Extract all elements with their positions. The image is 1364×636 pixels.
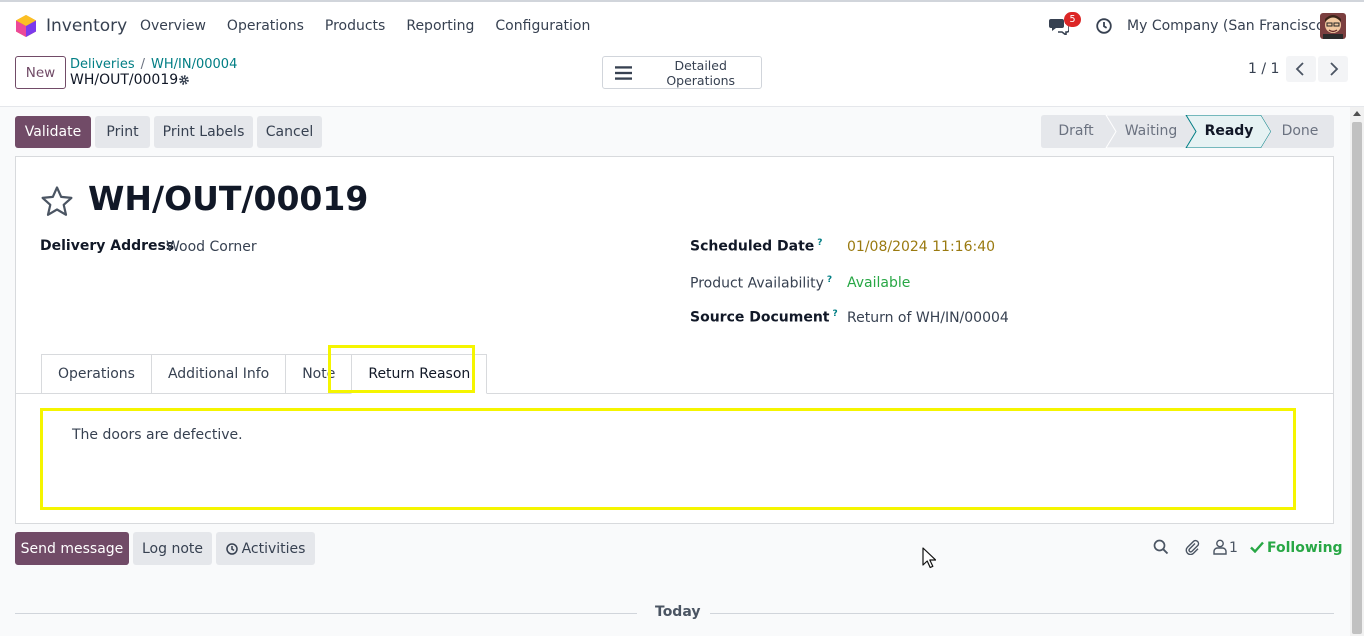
breadcrumb-deliveries[interactable]: Deliveries: [70, 57, 135, 72]
breadcrumb-separator: /: [140, 57, 146, 72]
record-title: WH/OUT/00019: [88, 179, 369, 218]
source-document-label: Source Document?: [690, 309, 838, 326]
control-panel: New Deliveries / WH/IN/00004 WH/OUT/00019 …: [0, 49, 1364, 107]
cancel-button[interactable]: Cancel: [257, 116, 322, 148]
search-icon[interactable]: [1153, 539, 1169, 555]
print-labels-button[interactable]: Print Labels: [154, 116, 253, 148]
pager-value[interactable]: 1 / 1: [1248, 61, 1279, 77]
menu-operations[interactable]: Operations: [227, 18, 304, 34]
source-document-label-text: Source Document: [690, 309, 830, 326]
delivery-address-value[interactable]: Wood Corner: [166, 239, 257, 255]
scheduled-date-label: Scheduled Date?: [690, 238, 823, 255]
paperclip-icon[interactable]: [1184, 539, 1200, 555]
page-scrollbar[interactable]: [1350, 107, 1364, 636]
favorite-star-icon[interactable]: [40, 185, 74, 219]
stage-draft[interactable]: Draft: [1041, 115, 1111, 148]
chevron-right-icon: [1330, 62, 1339, 76]
status-bar: Draft Waiting Ready Done: [1041, 115, 1334, 148]
product-availability-value: Available: [847, 275, 911, 291]
today-separator-label: Today: [655, 604, 701, 620]
breadcrumb-source-receipt[interactable]: WH/IN/00004: [151, 57, 237, 72]
stage-ready[interactable]: Ready: [1193, 115, 1265, 148]
menu-overview[interactable]: Overview: [140, 18, 206, 34]
print-button[interactable]: Print: [95, 116, 150, 148]
message-count-badge: 5: [1064, 12, 1081, 27]
tab-operations[interactable]: Operations: [41, 354, 151, 394]
breadcrumb: Deliveries / WH/IN/00004: [70, 57, 237, 72]
clock-icon: [225, 542, 238, 555]
return-reason-tab-highlight: [328, 345, 475, 393]
activities-button[interactable]: Activities: [216, 532, 315, 565]
log-note-button[interactable]: Log note: [133, 532, 212, 565]
main-menu: Overview Operations Products Reporting C…: [140, 18, 611, 34]
menu-configuration[interactable]: Configuration: [495, 18, 590, 34]
detailed-operations-button[interactable]: Detailed Operations: [602, 56, 762, 89]
company-switcher[interactable]: My Company (San Francisco): [1127, 18, 1330, 34]
scheduled-date-label-text: Scheduled Date: [690, 238, 815, 255]
product-availability-help[interactable]: ?: [827, 275, 832, 285]
detailed-operations-label: Detailed Operations: [666, 57, 736, 88]
app-name[interactable]: Inventory: [46, 16, 127, 36]
product-availability-label: Product Availability?: [690, 275, 832, 292]
following-button[interactable]: Following: [1250, 540, 1343, 556]
scroll-up-arrow-icon[interactable]: [1353, 111, 1361, 116]
scheduled-date-value[interactable]: 01/08/2024 11:16:40: [847, 239, 995, 255]
gear-icon[interactable]: [178, 74, 190, 86]
source-document-help[interactable]: ?: [833, 309, 838, 319]
new-button[interactable]: New: [15, 56, 66, 89]
menu-products[interactable]: Products: [325, 18, 385, 34]
scheduled-date-help[interactable]: ?: [817, 238, 822, 248]
scrollbar-thumb[interactable]: [1352, 122, 1362, 634]
following-label: Following: [1267, 540, 1343, 556]
stage-done[interactable]: Done: [1269, 115, 1331, 148]
activities-label: Activities: [241, 540, 306, 557]
form-sheet: WH/OUT/00019 Delivery Address Wood Corne…: [15, 156, 1334, 524]
today-divider-right: [710, 613, 1334, 614]
followers-count[interactable]: 1: [1229, 540, 1238, 556]
user-avatar[interactable]: [1320, 13, 1346, 39]
list-icon: [615, 65, 633, 80]
avatar-image-icon: [1320, 13, 1346, 39]
top-navbar: Inventory Overview Operations Products R…: [0, 0, 1364, 49]
return-reason-text[interactable]: The doors are defective.: [72, 427, 243, 443]
product-availability-label-text: Product Availability: [690, 275, 824, 292]
check-icon: [1250, 541, 1264, 554]
pager-next-button[interactable]: [1318, 56, 1348, 82]
delivery-address-label: Delivery Address: [40, 238, 175, 254]
activity-clock-icon[interactable]: [1096, 18, 1112, 34]
stage-waiting[interactable]: Waiting: [1115, 115, 1187, 148]
today-divider-left: [15, 613, 637, 614]
tab-additional-info[interactable]: Additional Info: [150, 354, 286, 394]
current-record-name: WH/OUT/00019: [70, 72, 179, 88]
send-message-button[interactable]: Send message: [15, 532, 129, 565]
inventory-app-icon[interactable]: [16, 15, 36, 37]
source-document-value[interactable]: Return of WH/IN/00004: [847, 310, 1009, 326]
return-reason-content-highlight: [40, 408, 1296, 510]
pager-previous-button[interactable]: [1286, 56, 1316, 82]
menu-reporting[interactable]: Reporting: [406, 18, 474, 34]
mouse-cursor-icon: [922, 547, 936, 569]
chevron-left-icon: [1295, 62, 1304, 76]
validate-button[interactable]: Validate: [15, 116, 91, 148]
followers-user-icon[interactable]: [1213, 539, 1227, 555]
